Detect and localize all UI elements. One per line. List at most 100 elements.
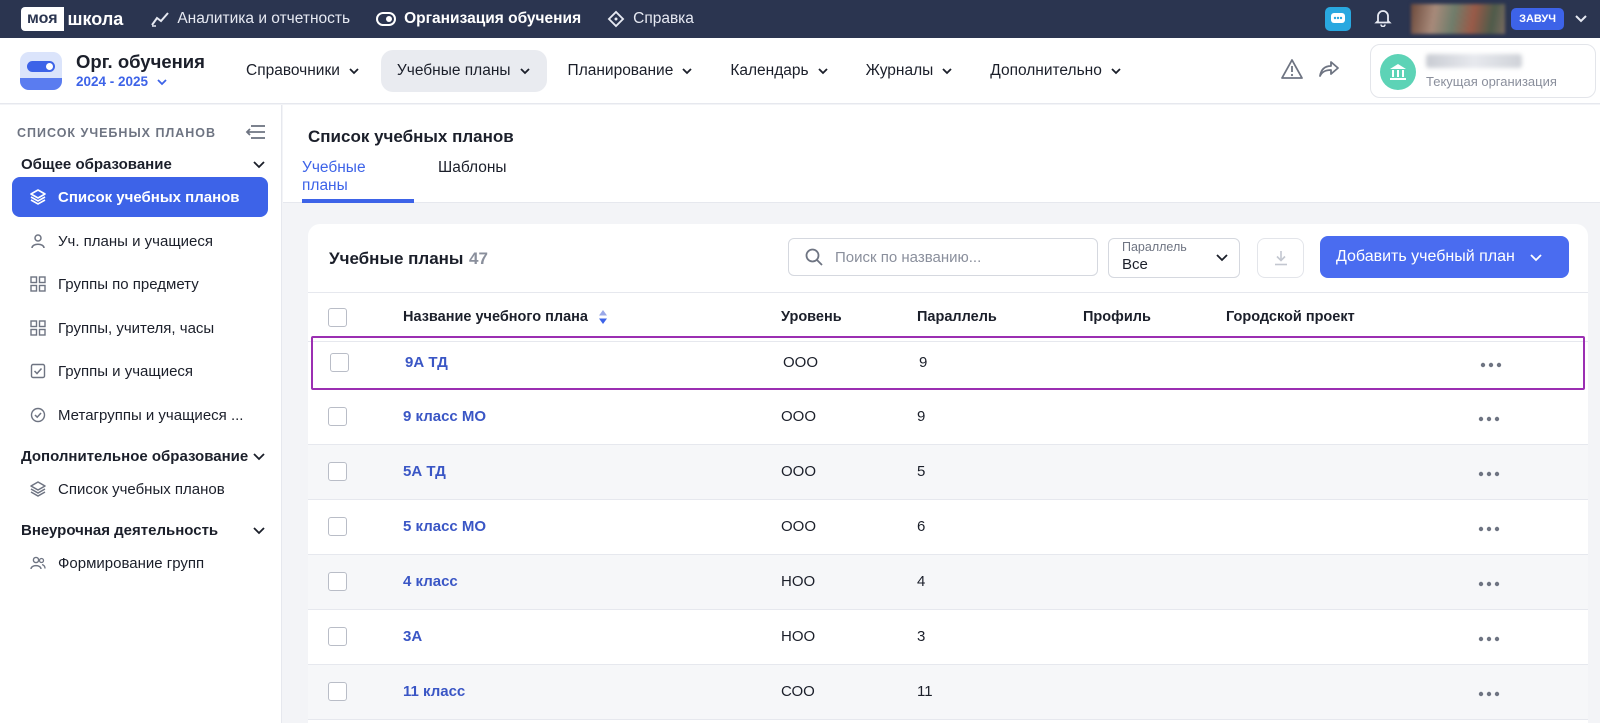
- sidebar-item-label: Список учебных планов: [58, 480, 225, 498]
- section-additional-education[interactable]: Дополнительное образование: [21, 448, 266, 465]
- table-header: Название учебного плана Уровень Параллел…: [308, 292, 1588, 342]
- chevron-down-icon[interactable]: [1574, 10, 1588, 28]
- column-city-project: Городской проект: [1226, 309, 1355, 325]
- chevron-down-icon: [1216, 254, 1228, 262]
- section-extracurricular[interactable]: Внеурочная деятельность: [21, 522, 266, 539]
- year-value: 2024 - 2025: [76, 74, 149, 89]
- sort-icon: [599, 310, 607, 324]
- topnav-organization[interactable]: Организация обучения: [376, 0, 581, 38]
- row-checkbox[interactable]: [328, 517, 347, 536]
- sidebar-item-label: Формирование групп: [58, 554, 205, 572]
- table-row[interactable]: 4 класс НОО 4: [308, 555, 1588, 610]
- nav-directories[interactable]: Справочники: [230, 50, 376, 92]
- curriculum-name-link[interactable]: 4 класс: [403, 573, 458, 590]
- page-title: Список учебных планов: [308, 127, 514, 146]
- topnav-organization-label: Организация обучения: [404, 10, 582, 27]
- topnav-analytics[interactable]: Аналитика и отчетность: [151, 0, 350, 38]
- more-actions-icon[interactable]: [1478, 464, 1500, 482]
- sidebar-item-subject-groups[interactable]: Группы по предмету: [12, 264, 268, 304]
- checkbox-icon: [30, 363, 46, 379]
- more-actions-icon[interactable]: [1478, 684, 1500, 702]
- cell-level: НОО: [781, 573, 816, 590]
- column-parallel: Параллель: [917, 309, 997, 325]
- nav-journals-label: Журналы: [865, 62, 934, 79]
- curriculum-name-link[interactable]: 9А ТД: [405, 354, 448, 371]
- tab-templates-label: Шаблоны: [438, 159, 507, 176]
- diamond-help-icon: [607, 10, 625, 28]
- search-input[interactable]: [835, 248, 1085, 266]
- curriculum-name-link[interactable]: 11 класс: [403, 683, 465, 700]
- column-city-project-label: Городской проект: [1226, 309, 1355, 325]
- cell-parallel: 9: [917, 408, 926, 425]
- year-selector[interactable]: 2024 - 2025: [76, 74, 168, 89]
- nav-calendar[interactable]: Календарь: [714, 50, 844, 92]
- row-checkbox[interactable]: [328, 627, 347, 646]
- nav-additional[interactable]: Дополнительно: [974, 50, 1138, 92]
- row-checkbox[interactable]: [330, 353, 349, 372]
- sidebar-item-plans-students[interactable]: Уч. планы и учащиеся: [12, 221, 268, 261]
- sidebar-item-additional-curricula[interactable]: Список учебных планов: [12, 469, 268, 509]
- chevron-down-icon: [253, 527, 265, 535]
- role-badge[interactable]: ЗАВУЧ: [1511, 8, 1564, 30]
- bell-icon[interactable]: [1373, 7, 1393, 32]
- organization-card[interactable]: Текущая организация: [1370, 44, 1596, 98]
- nav-directories-label: Справочники: [246, 62, 340, 79]
- sidebar-item-groups-teachers[interactable]: Группы, учителя, часы: [12, 308, 268, 348]
- warning-icon[interactable]: [1280, 58, 1304, 85]
- bank-icon: [1380, 54, 1416, 90]
- nav-journals[interactable]: Журналы: [850, 50, 970, 92]
- row-checkbox[interactable]: [328, 572, 347, 591]
- nav-curricula[interactable]: Учебные планы: [380, 50, 547, 92]
- more-actions-icon[interactable]: [1478, 409, 1500, 427]
- chat-icon[interactable]: [1325, 7, 1352, 31]
- chevron-down-icon: [682, 68, 692, 75]
- parallel-filter[interactable]: Параллель Все: [1108, 238, 1240, 278]
- cell-parallel: 5: [917, 463, 926, 480]
- collapse-sidebar-icon[interactable]: [244, 125, 266, 144]
- more-actions-icon[interactable]: [1478, 629, 1500, 647]
- table-row[interactable]: 11 класс СОО 11: [308, 665, 1588, 720]
- curriculum-name-link[interactable]: 3А: [403, 628, 422, 645]
- sidebar-item-label: Метагруппы и учащиеся ...: [58, 406, 244, 424]
- tab-curricula[interactable]: Учебные планы: [302, 159, 414, 203]
- curriculum-name-link[interactable]: 9 класс МО: [403, 408, 486, 425]
- row-checkbox[interactable]: [328, 407, 347, 426]
- search-icon: [805, 248, 823, 266]
- user-avatar[interactable]: [1411, 4, 1506, 34]
- more-actions-icon[interactable]: [1478, 519, 1500, 537]
- logo[interactable]: моя школа: [21, 7, 123, 31]
- chevron-down-icon: [253, 161, 265, 169]
- section-general-education[interactable]: Общее образование: [21, 156, 266, 173]
- curriculum-name-link[interactable]: 5 класс МО: [403, 518, 486, 535]
- sidebar-item-group-formation[interactable]: Формирование групп: [12, 543, 268, 583]
- nav-planning-label: Планирование: [567, 62, 674, 79]
- table-row[interactable]: 5 класс МО ООО 6: [308, 500, 1588, 555]
- add-curriculum-button[interactable]: Добавить учебный план: [1320, 236, 1569, 278]
- table-row[interactable]: 5А ТД ООО 5: [308, 445, 1588, 500]
- column-profile-label: Профиль: [1083, 309, 1151, 325]
- table-row[interactable]: 3А НОО 3: [308, 610, 1588, 665]
- row-checkbox[interactable]: [328, 682, 347, 701]
- curriculum-name-link[interactable]: 5А ТД: [403, 463, 446, 480]
- download-button[interactable]: [1257, 238, 1304, 278]
- tab-templates[interactable]: Шаблоны: [438, 159, 507, 203]
- top-right-controls: ЗАВУЧ: [1325, 0, 1600, 38]
- chevron-down-icon: [942, 68, 952, 75]
- sidebar-item-curricula-list[interactable]: Список учебных планов: [12, 177, 268, 217]
- sidebar-item-metagroups[interactable]: Метагруппы и учащиеся ...: [12, 395, 268, 435]
- nav-planning[interactable]: Планирование: [552, 50, 710, 92]
- more-actions-icon[interactable]: [1478, 574, 1500, 592]
- table-row[interactable]: 9А ТД ООО 9: [311, 336, 1585, 390]
- sidebar-item-groups-students[interactable]: Группы и учащиеся: [12, 351, 268, 391]
- card-count: 47: [469, 249, 488, 268]
- select-all-checkbox[interactable]: [328, 308, 347, 327]
- share-icon[interactable]: [1318, 59, 1340, 84]
- topnav-help[interactable]: Справка: [607, 0, 694, 38]
- table-row[interactable]: 9 класс МО ООО 9: [308, 390, 1588, 445]
- column-level-label: Уровень: [781, 309, 842, 325]
- column-name[interactable]: Название учебного плана: [403, 309, 608, 325]
- row-checkbox[interactable]: [328, 462, 347, 481]
- more-actions-icon[interactable]: [1480, 355, 1502, 373]
- column-level: Уровень: [781, 309, 842, 325]
- content-header: Список учебных планов Учебные планы Шабл…: [283, 105, 1600, 203]
